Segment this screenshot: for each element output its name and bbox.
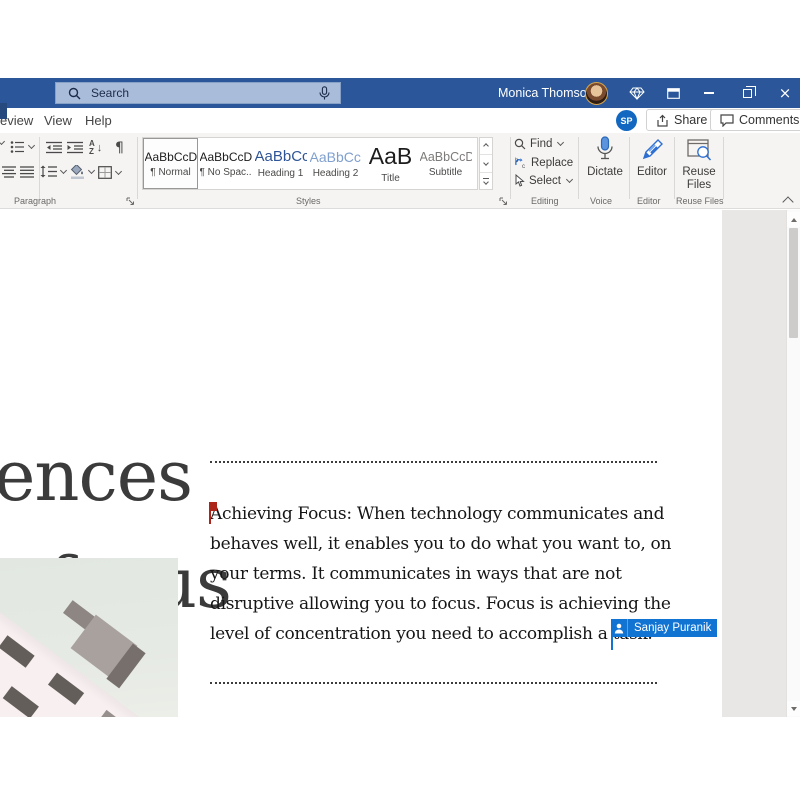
style-no-spacing[interactable]: AaBbCcDd ¶ No Spac...	[198, 138, 253, 189]
coauthor-caret	[611, 637, 613, 650]
ribbon: AZ ↓ ¶	[0, 133, 800, 209]
gallery-scroll-down-icon[interactable]	[480, 155, 492, 172]
select-button[interactable]: Select	[514, 174, 572, 187]
style-heading-2[interactable]: AaBbCcD Heading 2	[308, 138, 363, 189]
word-window: Monica Thomson × eview View Help SP Shar…	[0, 0, 800, 800]
premium-gem-icon[interactable]	[628, 84, 646, 102]
svg-text:c: c	[522, 164, 525, 169]
collapse-ribbon-icon[interactable]	[782, 196, 793, 207]
search-box[interactable]	[55, 82, 341, 104]
document-canvas: ences r focus Achieving Focus: When tech…	[0, 210, 800, 717]
coauthor-presence-badge[interactable]: SP	[616, 110, 637, 131]
multilevel-list-icon[interactable]	[10, 140, 34, 154]
minimize-button[interactable]	[699, 84, 719, 102]
paragraph-line: disruptive allowing you to focus. Focus …	[210, 594, 680, 624]
building-photo[interactable]	[0, 558, 178, 717]
coauthor-name-label: Sanjay Puranik	[628, 619, 717, 637]
scrollbar-thumb[interactable]	[789, 228, 798, 338]
align-center-icon[interactable]	[2, 166, 16, 178]
voice-group-label: Voice	[590, 196, 612, 206]
comments-label: Comments	[739, 113, 799, 127]
borders-icon[interactable]	[98, 166, 121, 179]
dictate-button[interactable]: Dictate	[585, 136, 625, 179]
reuse-files-icon	[687, 139, 712, 162]
share-icon	[656, 114, 669, 127]
gallery-more-icon[interactable]	[480, 173, 492, 189]
editor-pencil-icon	[640, 138, 664, 162]
find-button[interactable]: Find	[514, 138, 563, 150]
paragraph-line: behaves well, it enables you to do what …	[210, 534, 680, 564]
ribbon-display-options-icon[interactable]	[663, 84, 683, 102]
scroll-down-button[interactable]	[787, 701, 800, 716]
dictate-mic-icon	[595, 136, 615, 162]
search-mic-icon[interactable]	[319, 86, 330, 101]
style-heading-1[interactable]: AaBbCc Heading 1	[253, 138, 308, 189]
paragraph-line: Achieving Focus: When technology communi…	[210, 504, 680, 534]
close-button[interactable]: ×	[775, 84, 795, 102]
paragraph-line: your terms. It communicates in ways that…	[210, 564, 680, 594]
dotted-divider-bottom	[210, 682, 657, 684]
justify-icon[interactable]	[20, 166, 34, 178]
style-normal[interactable]: AaBbCcDd ¶ Normal	[143, 138, 198, 189]
editor-group-label: Editor	[637, 196, 661, 206]
paragraph-group-label: Paragraph	[14, 196, 56, 206]
scroll-down-icon	[791, 707, 797, 711]
coauthor-presence-tag[interactable]: Sanjay Puranik	[611, 619, 717, 637]
styles-gallery: AaBbCcDd ¶ Normal AaBbCcDd ¶ No Spac... …	[142, 137, 478, 190]
styles-gallery-scroll	[479, 137, 493, 190]
style-title[interactable]: AaB Title	[363, 138, 418, 189]
styles-group-label: Styles	[296, 196, 321, 206]
doc-heading-line-1: ences	[0, 435, 192, 517]
close-icon: ×	[779, 86, 792, 101]
paragraph-dialog-launcher-icon[interactable]	[126, 197, 135, 206]
show-formatting-marks-icon[interactable]: ¶	[115, 140, 124, 156]
reuse-files-group-label: Reuse Files	[676, 196, 724, 206]
search-icon	[68, 87, 81, 100]
share-label: Share	[674, 113, 707, 127]
cropped-dropdown-icon[interactable]	[0, 142, 4, 144]
tab-view[interactable]: View	[44, 113, 72, 128]
window-edge-fragment	[0, 103, 7, 119]
scroll-up-button[interactable]	[787, 212, 800, 227]
user-avatar[interactable]	[585, 82, 608, 105]
styles-dialog-launcher-icon[interactable]	[499, 197, 508, 206]
tab-help[interactable]: Help	[85, 113, 112, 128]
restore-button[interactable]	[737, 84, 757, 102]
coauthor-edit-flag-icon	[209, 502, 217, 524]
editor-button[interactable]: Editor	[634, 136, 670, 179]
replace-icon: b c	[514, 156, 527, 169]
decrease-indent-icon[interactable]	[46, 141, 62, 154]
replace-button[interactable]: b c Replace	[514, 156, 573, 169]
search-input[interactable]	[91, 86, 307, 100]
sort-icon[interactable]: AZ ↓	[89, 140, 102, 156]
comment-icon	[720, 114, 734, 127]
body-paragraph[interactable]: Achieving Focus: When technology communi…	[210, 504, 680, 654]
document-page[interactable]: ences r focus Achieving Focus: When tech…	[0, 210, 722, 717]
scroll-up-icon	[791, 218, 797, 222]
line-spacing-icon[interactable]	[40, 165, 66, 178]
reuse-files-button[interactable]: Reuse Files	[678, 136, 720, 192]
select-cursor-icon	[514, 174, 525, 187]
coauthor-person-icon	[611, 619, 628, 637]
minimize-icon	[704, 92, 714, 94]
restore-icon	[743, 89, 752, 98]
comments-button[interactable]: Comments	[710, 109, 800, 131]
increase-indent-icon[interactable]	[67, 141, 83, 154]
share-button[interactable]: Share	[646, 109, 717, 131]
gallery-scroll-up-icon[interactable]	[480, 138, 492, 155]
editing-group-label: Editing	[531, 196, 559, 206]
dotted-divider-top	[210, 461, 657, 463]
account-user-name[interactable]: Monica Thomson	[498, 86, 594, 100]
style-subtitle[interactable]: AaBbCcD Subtitle	[418, 138, 473, 189]
find-icon	[514, 138, 526, 150]
paragraph-line: level of concentration you need to accom…	[210, 624, 680, 654]
svg-text:b: b	[515, 158, 519, 164]
shading-bucket-icon[interactable]	[70, 165, 94, 179]
